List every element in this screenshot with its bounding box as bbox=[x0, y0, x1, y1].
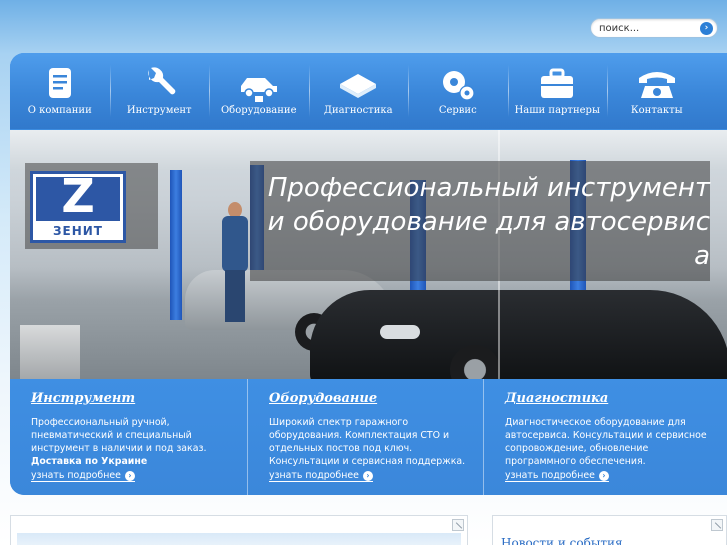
arrow-right-icon: › bbox=[124, 471, 135, 481]
nav-label: Инструмент bbox=[126, 105, 192, 116]
column-text: Профессиональный ручной, пневматический … bbox=[31, 417, 207, 454]
bottom-panel-left bbox=[10, 515, 468, 545]
nav-label: Диагностика bbox=[323, 105, 393, 116]
column-title-link[interactable]: Инструмент bbox=[31, 391, 135, 406]
nav-item-contacts[interactable]: Контакты bbox=[607, 53, 707, 129]
more-link[interactable]: узнать подробнее › bbox=[31, 470, 135, 482]
more-link[interactable]: узнать подробнее › bbox=[505, 470, 609, 482]
feature-column-diagnostics: Диагностика Диагностическое оборудование… bbox=[483, 379, 727, 495]
column-strong-text: Доставка по Украине bbox=[31, 456, 148, 467]
document-icon bbox=[48, 68, 71, 98]
diagnostic-machine bbox=[20, 325, 80, 379]
banner-tagline: Профессиональный инструмент и оборудован… bbox=[250, 161, 710, 281]
arrow-right-icon: › bbox=[598, 471, 609, 481]
car-lift-icon bbox=[240, 78, 277, 102]
car-black bbox=[310, 290, 727, 379]
feature-column-equipment: Оборудование Широкий спектр гаражного об… bbox=[247, 379, 483, 495]
logo-letter: Z bbox=[61, 169, 95, 223]
news-title[interactable]: Новости и события bbox=[501, 536, 623, 545]
nav-label: Оборудование bbox=[220, 105, 297, 116]
column-title-link[interactable]: Диагностика bbox=[505, 391, 608, 406]
briefcase-icon bbox=[541, 68, 574, 98]
search-input[interactable] bbox=[599, 21, 695, 36]
column-title-link[interactable]: Оборудование bbox=[269, 391, 377, 406]
more-link[interactable]: узнать подробнее › bbox=[269, 470, 373, 482]
nav-label: Контакты bbox=[630, 105, 683, 116]
column-text: Диагностическое оборудование для автосер… bbox=[505, 417, 707, 467]
column-text: Широкий спектр гаражного оборудования. К… bbox=[269, 417, 466, 467]
nav-item-about[interactable]: О компании bbox=[10, 53, 110, 129]
feature-column-tools: Инструмент Профессиональный ручной, пнев… bbox=[10, 379, 247, 495]
search-box: › bbox=[590, 18, 718, 38]
nav-label: Наши партнеры bbox=[514, 105, 600, 116]
chip-icon bbox=[340, 74, 377, 98]
logo-name: ЗЕНИТ bbox=[53, 224, 103, 238]
arrow-right-icon: › bbox=[362, 471, 373, 481]
mechanic bbox=[222, 202, 248, 322]
wrench-icon bbox=[148, 67, 176, 95]
feature-columns: Инструмент Профессиональный ручной, пнев… bbox=[10, 379, 727, 495]
expand-icon[interactable] bbox=[452, 519, 464, 531]
phone-icon bbox=[638, 72, 675, 98]
company-logo[interactable]: Z ЗЕНИТ bbox=[25, 163, 158, 249]
nav-label: О компании bbox=[27, 105, 92, 116]
nav-item-service[interactable]: Сервис bbox=[408, 53, 508, 129]
nav-item-tools[interactable]: Инструмент bbox=[109, 53, 210, 129]
gears-icon bbox=[442, 71, 475, 101]
nav-item-equipment[interactable]: Оборудование bbox=[209, 53, 309, 129]
news-panel: Новости и события bbox=[492, 515, 727, 545]
lift-post bbox=[170, 170, 182, 320]
search-go-button[interactable]: › bbox=[700, 22, 713, 35]
nav-item-diagnostics[interactable]: Диагностика bbox=[308, 53, 409, 129]
panel-header-bar bbox=[17, 533, 461, 545]
hero-banner: Z ЗЕНИТ Профессиональный инструмент и об… bbox=[10, 130, 727, 379]
nav-label: Сервис bbox=[438, 105, 477, 116]
main-frame: О компании Инструмент Оборудование Диагн… bbox=[10, 53, 727, 495]
expand-icon[interactable] bbox=[711, 519, 723, 531]
main-nav: О компании Инструмент Оборудование Диагн… bbox=[10, 53, 727, 129]
nav-item-partners[interactable]: Наши партнеры bbox=[507, 53, 608, 129]
